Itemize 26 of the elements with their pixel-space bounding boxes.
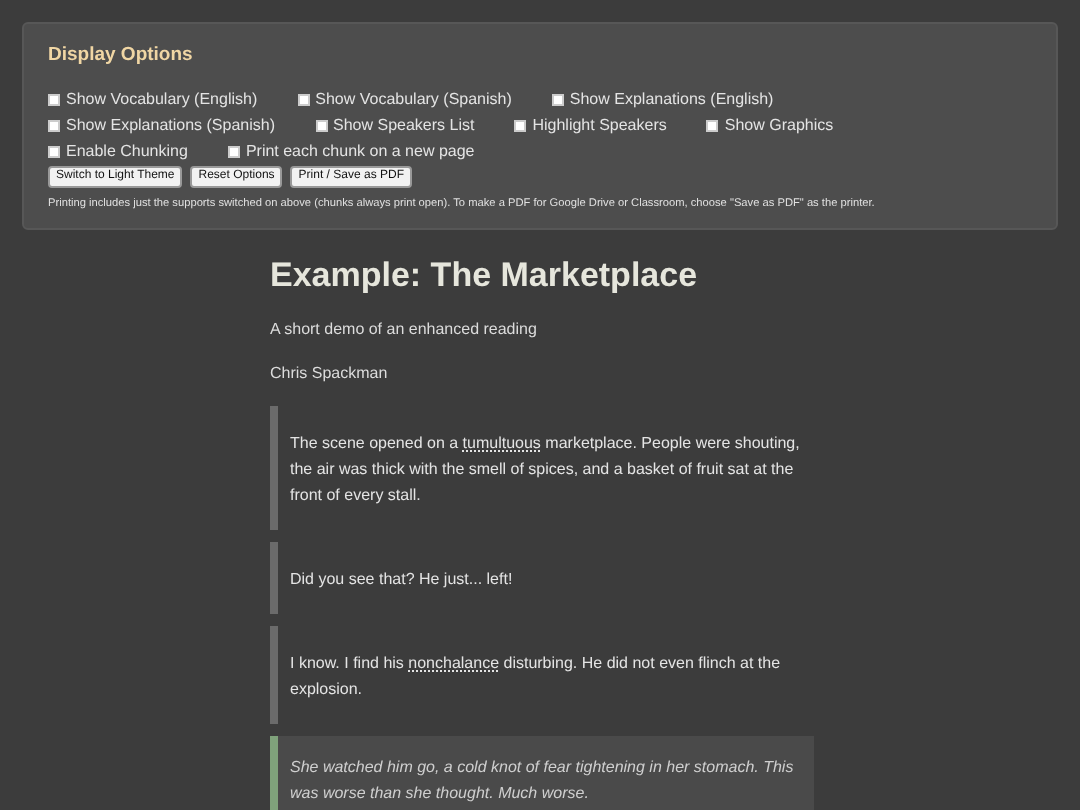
panel-title: Display Options	[48, 42, 195, 70]
checkbox[interactable]	[48, 145, 60, 158]
checkbox[interactable]	[551, 93, 564, 106]
checkbox[interactable]	[706, 119, 719, 132]
checkbox-label[interactable]: Show Explanations (English)	[569, 90, 774, 109]
checkbox-label[interactable]: Show Vocabulary (English)	[66, 90, 258, 109]
reading-subtitle: A short demo of an enhanced reading	[270, 318, 539, 343]
dialogue-passage: I know. I find his nonchalance disturbing. He did not even flinch at the explosion.	[270, 626, 814, 725]
checkbox[interactable]	[315, 119, 328, 132]
checkbox-label[interactable]: Enable Chunking	[66, 142, 188, 161]
checkbox[interactable]	[48, 93, 60, 106]
checkbox-label[interactable]: Show Vocabulary (Spanish)	[315, 90, 512, 109]
checkbox-label[interactable]: Show Explanations (Spanish)	[66, 116, 276, 135]
checkbox[interactable]	[514, 119, 527, 132]
narration-passage: She watched him go, a cold knot of fear tightening in her stomach. This was worse than she thought. Much worse.	[270, 736, 814, 810]
reading-title: Example: The Marketplace	[270, 256, 700, 297]
dialogue-passage: Did you see that? He just... left!	[270, 542, 814, 615]
checkbox-label[interactable]: Print each chunk on a new page	[245, 142, 475, 161]
author-name: Chris Spackman	[270, 362, 390, 387]
checkbox-label[interactable]: Show Graphics	[724, 116, 834, 135]
checkbox[interactable]	[227, 145, 240, 158]
checkbox[interactable]	[297, 93, 310, 106]
checkbox[interactable]	[48, 119, 60, 132]
checkbox-label[interactable]: Show Speakers List	[333, 116, 475, 135]
checkbox-label[interactable]: Highlight Speakers	[532, 116, 667, 135]
dialogue-passage: The scene opened on a tumultuous marketplace. People were shouting, the air was thick with the smell of spices, and a basket of fruit sat at the front of every stall.	[270, 406, 814, 531]
